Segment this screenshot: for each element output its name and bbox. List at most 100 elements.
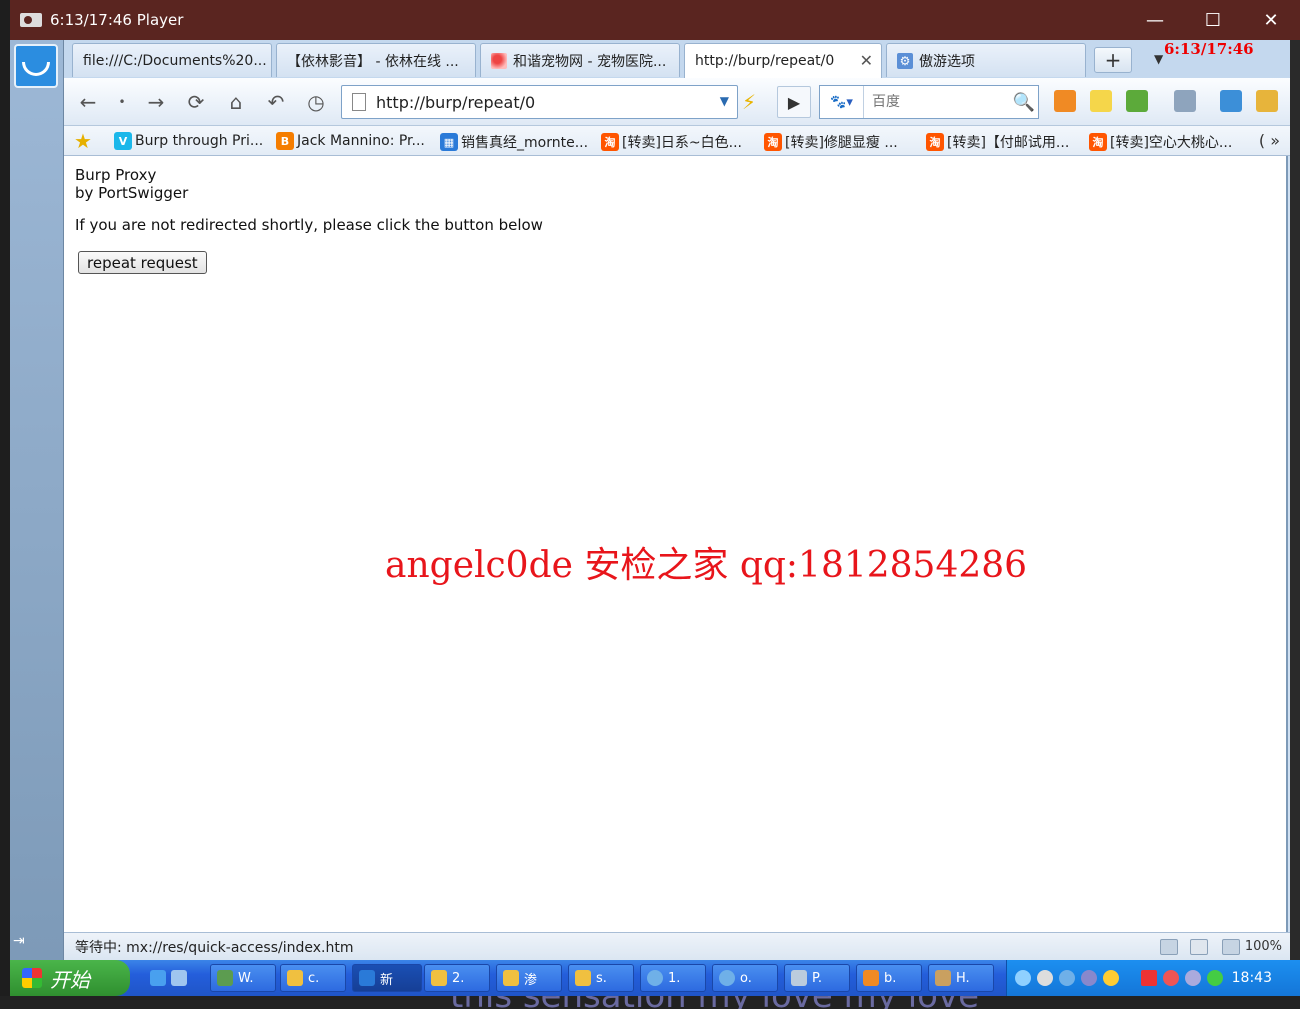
screenshot-icon[interactable]	[1174, 90, 1196, 112]
app-icon	[217, 970, 233, 986]
tab-list-icon[interactable]: ▼	[1154, 52, 1163, 66]
maxthon-logo-icon[interactable]	[14, 44, 58, 88]
taskbar-item[interactable]: 新	[352, 964, 422, 992]
app-icon	[935, 970, 951, 986]
bookmark-label: Jack Mannino: Pr...	[297, 133, 425, 149]
maxthon-quick-icon	[171, 970, 187, 986]
home-icon[interactable]: ⌂	[224, 90, 248, 114]
tray-icon[interactable]	[1141, 970, 1157, 986]
taskbar-item[interactable]: P.	[784, 964, 850, 992]
volume-icon[interactable]	[1190, 939, 1208, 955]
tab-file[interactable]: file:///C:/Documents%20...	[72, 43, 272, 77]
redirect-message: If you are not redirected shortly, pleas…	[75, 216, 543, 234]
refresh-icon[interactable]: ⟳	[184, 90, 208, 114]
tab-bar: file:///C:/Documents%20... 【依林影音】 - 依林在线…	[64, 40, 1290, 78]
burp-proxy-title: Burp Proxy	[75, 166, 157, 184]
navigation-toolbar: ← • → ⟳ ⌂ ↶ ◷ ▼ ⚡ ▶ 🐾▾ 🔍	[64, 78, 1290, 126]
tray-icon[interactable]	[1163, 970, 1179, 986]
start-button[interactable]: 开始	[10, 960, 130, 996]
new-tab-button[interactable]: +	[1094, 47, 1132, 73]
qq-icon[interactable]	[1103, 970, 1119, 986]
go-button[interactable]: ▶	[777, 86, 811, 118]
browser-sidebar: ⇥	[10, 40, 64, 960]
undo-close-icon[interactable]: ↶	[264, 90, 288, 114]
tab-burp-repeat[interactable]: http://burp/repeat/0 ✕	[684, 43, 882, 78]
player-titlebar: 6:13/17:46 Player — ☐ ✕	[10, 0, 1300, 40]
lightning-icon[interactable]: ⚡	[742, 90, 756, 114]
bookmark-item[interactable]: 淘 [转卖]修腿显瘦 ...	[764, 132, 898, 152]
taskbar-item[interactable]: 1.	[640, 964, 706, 992]
bookmark-label: 销售真经_mornte...	[461, 135, 589, 151]
page-content: Burp Proxy by PortSwigger If you are not…	[64, 156, 1288, 932]
tab-label: 傲游选项	[919, 53, 975, 70]
repeat-request-button[interactable]: repeat request	[78, 251, 207, 274]
history-icon[interactable]: ◷	[304, 90, 328, 114]
clock[interactable]: 18:43	[1232, 970, 1272, 986]
paw-icon	[491, 52, 507, 69]
sidebar-toggle-icon[interactable]: ⇥	[13, 933, 33, 949]
taskbar-item[interactable]: b.	[856, 964, 922, 992]
tab-label: file:///C:/Documents%20...	[83, 52, 267, 69]
bookmarks-more-icon[interactable]: ( »	[1259, 131, 1280, 150]
url-dropdown-icon[interactable]: ▼	[720, 94, 729, 108]
taskbar-item[interactable]: 渗	[496, 964, 562, 992]
tray-icon[interactable]	[1207, 970, 1223, 986]
bookmark-item[interactable]: 淘 [转卖]空心大桃心...	[1089, 132, 1232, 152]
extensions-icon[interactable]	[1256, 90, 1278, 112]
taskbar-item[interactable]: W.	[210, 964, 276, 992]
translate-icon[interactable]	[1126, 90, 1148, 112]
bookmark-item[interactable]: V Burp through Pri...	[114, 132, 263, 150]
taskbar-item[interactable]: c.	[280, 964, 346, 992]
tray-icon[interactable]	[1081, 970, 1097, 986]
bookmark-item[interactable]: ▦ 销售真经_mornte...	[440, 132, 588, 152]
search-input[interactable]	[872, 94, 1002, 110]
tray-icon[interactable]	[1185, 970, 1201, 986]
maximize-button[interactable]: ☐	[1184, 0, 1242, 40]
bookmark-item[interactable]: 淘 [转卖]日系~白色...	[601, 132, 742, 152]
notes-icon[interactable]	[1090, 90, 1112, 112]
search-engine-icon[interactable]: 🐾▾	[820, 86, 864, 118]
bookmark-item[interactable]: 淘 [转卖]【付邮试用...	[926, 132, 1069, 152]
quicklaunch-ie-icon[interactable]	[144, 964, 202, 992]
history-dot-icon[interactable]: •	[110, 90, 134, 114]
tab-yilin[interactable]: 【依林影音】 - 依林在线 ...	[276, 43, 476, 77]
taskbar-item[interactable]: H.	[928, 964, 994, 992]
tab-pet[interactable]: 和谐宠物网 - 宠物医院...	[480, 43, 680, 77]
bookmark-label: Burp through Pri...	[135, 133, 264, 149]
url-input[interactable]	[376, 92, 696, 112]
shield-icon[interactable]	[1220, 90, 1242, 112]
status-bar: 等待中: mx://res/quick-access/index.htm 100…	[64, 932, 1290, 960]
tray-icon[interactable]	[1037, 970, 1053, 986]
close-tab-icon[interactable]: ✕	[860, 51, 873, 70]
tab-options[interactable]: ⚙ 傲游选项	[886, 43, 1086, 77]
taskbar-item[interactable]: s.	[568, 964, 634, 992]
close-button[interactable]: ✕	[1242, 0, 1300, 40]
taobao-icon: 淘	[926, 133, 944, 151]
tab-label: 和谐宠物网 - 宠物医院...	[513, 53, 667, 70]
taskbar-item[interactable]: 2.	[424, 964, 490, 992]
bookmark-item[interactable]: B Jack Mannino: Pr...	[276, 132, 425, 150]
rss-icon[interactable]	[1054, 90, 1076, 112]
globe-icon	[647, 970, 663, 986]
address-bar[interactable]: ▼	[341, 85, 738, 119]
favorites-star-icon[interactable]: ★	[74, 129, 92, 153]
search-icon[interactable]: 🔍	[1009, 86, 1039, 118]
watermark-text: angelc0de 安检之家 qq:1812854286	[385, 545, 1028, 586]
back-icon[interactable]: ←	[76, 90, 100, 114]
bookmark-label: [转卖]空心大桃心...	[1110, 135, 1233, 151]
search-box[interactable]: 🐾▾	[819, 85, 1039, 119]
minimize-button[interactable]: —	[1126, 0, 1184, 40]
page-status-icon[interactable]	[1160, 939, 1178, 955]
taskbar: 开始 W. c. 新 2. 渗 s. 1. o. P. b. H. 18:43	[10, 960, 1300, 996]
tray-expand-icon[interactable]	[1015, 970, 1031, 986]
app-icon	[791, 970, 807, 986]
zoom-icon[interactable]	[1222, 939, 1240, 955]
bookmark-label: [转卖]修腿显瘦 ...	[785, 135, 898, 151]
zoom-level[interactable]: 100%	[1245, 939, 1282, 954]
burp-heading: Burp Proxy by PortSwigger	[75, 166, 188, 202]
taobao-icon: 淘	[1089, 133, 1107, 151]
taskbar-item[interactable]: o.	[712, 964, 778, 992]
tray-icon[interactable]	[1059, 970, 1075, 986]
burp-icon	[863, 970, 879, 986]
forward-icon[interactable]: →	[144, 90, 168, 114]
